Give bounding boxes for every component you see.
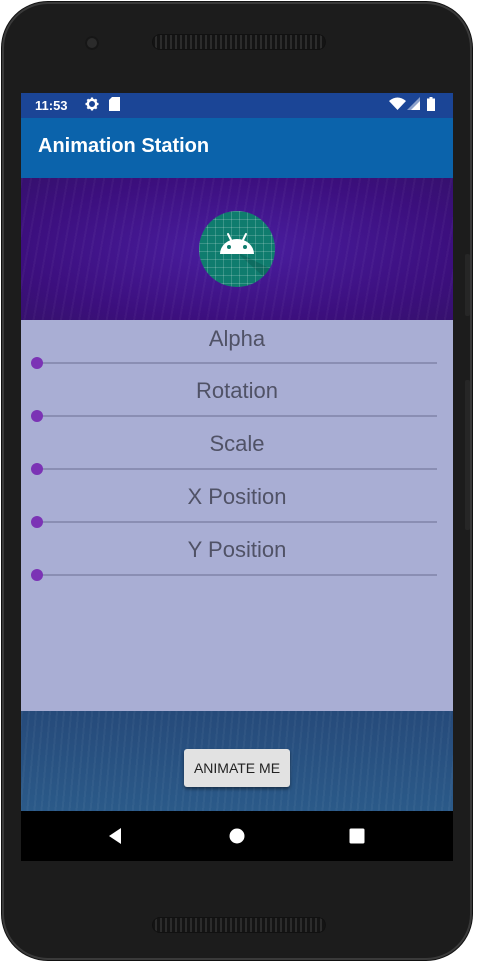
animate-me-button[interactable]: ANIMATE ME <box>184 749 290 787</box>
header-panel <box>21 178 453 320</box>
x-position-slider-thumb[interactable] <box>31 516 43 528</box>
navigation-bar <box>21 811 453 861</box>
back-icon[interactable] <box>106 825 128 847</box>
alpha-slider-thumb[interactable] <box>31 357 43 369</box>
y-position-slider[interactable] <box>37 574 437 576</box>
signal-icon <box>407 97 420 114</box>
x-position-slider[interactable] <box>37 521 437 523</box>
app-bar: Animation Station <box>21 118 453 178</box>
y-position-slider-thumb[interactable] <box>31 569 43 581</box>
recents-icon[interactable] <box>346 825 368 847</box>
wifi-icon <box>389 97 406 114</box>
status-bar: 11:53 <box>21 93 453 118</box>
sd-card-icon <box>109 97 120 115</box>
x-position-label: X Position <box>187 484 287 509</box>
controls-panel: Alpha Rotation Scale X Position Y Positi… <box>21 320 453 711</box>
settings-icon <box>85 97 99 115</box>
footer-panel: ANIMATE ME <box>21 711 453 811</box>
scale-label: Scale <box>209 431 265 456</box>
scale-slider[interactable] <box>37 468 437 470</box>
rotation-label: Rotation <box>196 378 278 403</box>
power-button <box>465 254 470 316</box>
bottom-speaker <box>152 917 326 933</box>
battery-icon <box>427 97 435 115</box>
volume-button <box>465 380 470 530</box>
rotation-slider[interactable] <box>37 415 437 417</box>
alpha-label: Alpha <box>208 326 266 351</box>
scale-slider-thumb[interactable] <box>31 463 43 475</box>
status-time: 11:53 <box>35 98 68 113</box>
home-icon[interactable] <box>226 825 248 847</box>
earpiece-speaker <box>152 34 326 50</box>
app-title: Animation Station <box>38 135 210 157</box>
y-position-label: Y Position <box>187 537 287 562</box>
android-logo-icon <box>199 211 275 287</box>
front-camera <box>85 36 99 50</box>
screen: 11:53 Animation Station Alpha Rotation S… <box>21 93 453 861</box>
alpha-slider[interactable] <box>37 362 437 364</box>
rotation-slider-thumb[interactable] <box>31 410 43 422</box>
